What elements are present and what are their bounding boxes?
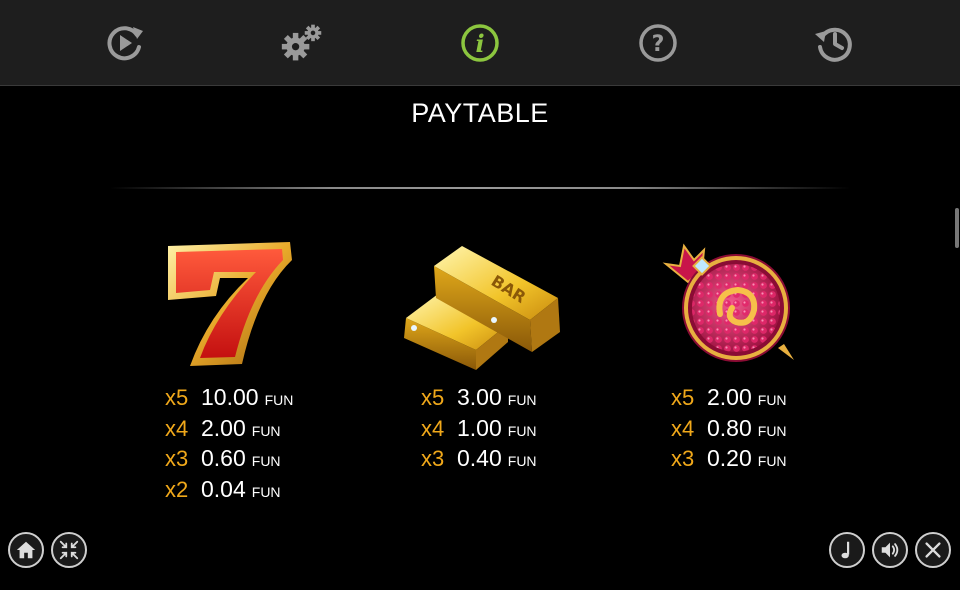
compress-icon [59, 540, 79, 560]
currency-label: FUN [251, 422, 281, 439]
payout-amount: 0.80 [707, 414, 752, 441]
payout-amount: 2.00 [201, 414, 246, 441]
currency-label: FUN [757, 422, 787, 439]
pay-row: x5 3.00 FUN [421, 384, 537, 415]
scrollbar-thumb[interactable] [955, 208, 959, 248]
multiplier: x3 [421, 446, 445, 471]
settings-button[interactable] [279, 20, 325, 66]
seven-symbol [160, 238, 300, 373]
gold-bar-paytable: x5 3.00 FUN x4 1.00 FUN x3 0.40 FUN [421, 384, 537, 476]
multiplier: x5 [421, 385, 445, 410]
pay-row: x3 0.20 FUN [671, 445, 787, 476]
autoplay-button[interactable] [102, 20, 148, 66]
pomegranate-icon [662, 243, 794, 362]
currency-label: FUN [507, 422, 537, 439]
pay-row: x4 2.00 FUN [165, 415, 293, 446]
multiplier: x4 [671, 415, 695, 441]
svg-text:?: ? [652, 32, 665, 57]
multiplier: x3 [671, 446, 695, 471]
svg-text:i: i [475, 29, 484, 58]
music-button[interactable] [829, 532, 865, 568]
pomegranate-paytable: x5 2.00 FUN x4 0.80 FUN x3 0.20 FUN [671, 384, 787, 476]
music-note-icon [841, 541, 850, 559]
payout-amount: 1.00 [457, 414, 502, 441]
currency-label: FUN [757, 392, 787, 408]
question-icon: ? [639, 24, 677, 62]
gold-bar-symbol: BAR [398, 238, 563, 373]
payout-amount: 10.00 [201, 384, 259, 410]
multiplier: x5 [671, 385, 695, 410]
red-seven-icon [168, 242, 292, 366]
exit-fullscreen-button[interactable] [51, 532, 87, 568]
currency-label: FUN [507, 392, 537, 408]
payout-amount: 0.20 [707, 445, 752, 471]
info-icon: i [461, 24, 499, 62]
currency-label: FUN [507, 453, 537, 469]
pomegranate-symbol [660, 236, 800, 371]
page-title: PAYTABLE [411, 98, 549, 128]
payout-amount: 3.00 [457, 384, 502, 410]
payout-amount: 0.04 [201, 475, 246, 502]
help-button[interactable]: ? [635, 20, 681, 66]
close-button[interactable] [915, 532, 951, 568]
speaker-icon [881, 542, 899, 558]
currency-label: FUN [251, 483, 281, 500]
top-nav-bar: i ? [0, 0, 960, 86]
pay-row: x5 10.00 FUN [165, 384, 293, 415]
seven-paytable: x5 10.00 FUN x4 2.00 FUN x3 0.60 FUN x2 … [165, 384, 293, 506]
multiplier: x5 [165, 385, 189, 410]
pay-row: x3 0.60 FUN [165, 445, 293, 476]
payout-amount: 0.40 [457, 445, 502, 471]
divider [110, 187, 850, 189]
pay-row: x5 2.00 FUN [671, 384, 787, 415]
pay-row: x4 0.80 FUN [671, 415, 787, 446]
payout-amount: 0.60 [201, 445, 246, 471]
currency-label: FUN [251, 453, 281, 469]
close-icon [925, 542, 941, 558]
gears-icon [281, 24, 322, 61]
autoplay-icon [107, 26, 143, 61]
gold-bar-icon: BAR [404, 246, 560, 370]
payout-amount: 2.00 [707, 384, 752, 410]
pay-row: x4 1.00 FUN [421, 415, 537, 446]
home-button[interactable] [8, 532, 44, 568]
currency-label: FUN [264, 392, 294, 408]
currency-label: FUN [757, 453, 787, 469]
info-button[interactable]: i [457, 20, 503, 66]
multiplier: x4 [421, 415, 445, 441]
multiplier: x4 [165, 415, 189, 441]
home-icon [16, 541, 36, 559]
sound-button[interactable] [872, 532, 908, 568]
pay-row: x2 0.04 FUN [165, 476, 293, 507]
pay-row: x3 0.40 FUN [421, 445, 537, 476]
multiplier: x2 [165, 476, 189, 502]
multiplier: x3 [165, 446, 189, 471]
history-button[interactable] [811, 20, 857, 66]
history-icon [815, 27, 852, 62]
